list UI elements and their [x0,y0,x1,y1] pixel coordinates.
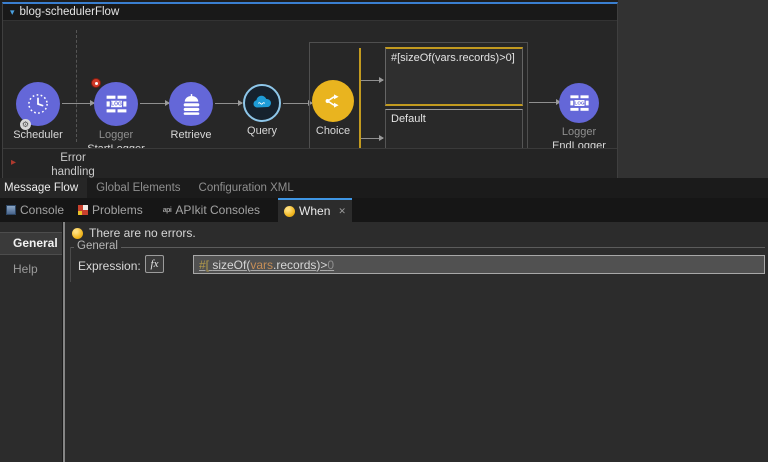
logger-icon[interactable]: LOG [559,83,599,123]
choice-icon[interactable] [312,80,354,122]
tab-label: Problems [92,203,143,217]
validation-status-row: There are no errors. [72,226,196,240]
expression-label: Expression: [78,259,141,273]
default-branch-text: Default [391,113,426,125]
flow-title: blog-schedulerFlow [19,6,120,18]
flow-node-choice[interactable]: Choice [288,80,378,138]
status-text: There are no errors. [89,226,196,240]
scheduler-icon[interactable]: ⚙ [16,82,60,130]
console-icon [6,205,16,215]
node-label: Choice [315,125,351,137]
tab-label: Console [20,203,65,217]
svg-text:LOG: LOG [111,101,122,107]
gear-icon: ⚙ [20,119,31,130]
error-handling-label: Error handling [51,152,95,178]
flow-node-endlogger[interactable]: LOG Logger EndLogger [534,83,624,153]
tab-label: When [299,204,331,218]
error-badge-icon [91,78,101,88]
error-handling-collapse-icon[interactable]: ▸ [11,158,16,168]
logger-icon[interactable]: LOG [91,78,138,126]
expression-input[interactable]: #[ sizeOf(vars.records)>0 [193,255,765,274]
tab-console[interactable]: Console [2,198,74,222]
flow-container: ▾ blog-schedulerFlow ⚙ Scheduler LOG Log… [2,2,618,180]
sidebar-item-general[interactable]: General [0,232,62,255]
node-label: Query [247,125,277,137]
when-icon [284,205,296,217]
properties-content: There are no errors. General Expression:… [67,222,768,462]
general-group-border-left [70,247,71,282]
node-type-label: Logger [98,129,134,141]
tab-label: APIkit Consoles [175,203,261,217]
choice-when-branch[interactable]: #[sizeOf(vars.records)>0] [385,47,523,106]
console-tab-bar: Console Problems api APIkit Consoles Whe… [0,198,768,222]
collapse-arrow-icon[interactable]: ▾ [10,7,15,17]
anypoint-studio-window: ▾ blog-schedulerFlow ⚙ Scheduler LOG Log… [0,0,768,462]
tab-global-elements[interactable]: Global Elements [87,178,189,198]
status-ok-icon [72,227,83,239]
problems-icon [78,205,89,215]
tab-apikit-consoles[interactable]: api APIkit Consoles [159,198,270,222]
tab-problems[interactable]: Problems [74,198,153,222]
general-group-border [70,247,765,248]
node-label: Scheduler [13,129,63,141]
sidebar-item-help[interactable]: Help [0,259,62,280]
node-type-label: Logger [561,126,597,138]
general-group-label: General [74,240,121,253]
flow-canvas[interactable]: ⚙ Scheduler LOG Logger Retrieve Query #[… [3,22,617,160]
sidebar-separator-handle[interactable] [63,222,65,462]
expression-text: #[ sizeOf(vars.records)>0 [199,257,335,272]
flow-title-bar[interactable]: ▾ blog-schedulerFlow [3,4,617,21]
apikit-icon: api [162,206,172,214]
error-handling-section[interactable]: ▸ Error handling [3,148,617,180]
tab-configuration-xml[interactable]: Configuration XML [190,178,303,198]
node-label: Retrieve [170,129,212,141]
when-condition-text: #[sizeOf(vars.records)>0] [391,52,515,64]
editor-view-tabs: Message Flow Global Elements Configurati… [0,178,768,198]
close-icon[interactable]: ✕ [338,206,346,217]
svg-text:LOG: LOG [574,100,584,105]
salesforce-query-icon[interactable] [243,84,281,122]
fx-expression-button[interactable]: fx [145,255,164,273]
tab-when[interactable]: When ✕ [278,198,352,222]
properties-panel: General Help There are no errors. Genera… [0,222,768,462]
editor-background [618,0,768,178]
tab-message-flow[interactable]: Message Flow [0,178,88,198]
branch-arrow [361,135,384,141]
retrieve-icon[interactable] [169,82,213,126]
properties-sidebar: General Help [0,222,62,462]
